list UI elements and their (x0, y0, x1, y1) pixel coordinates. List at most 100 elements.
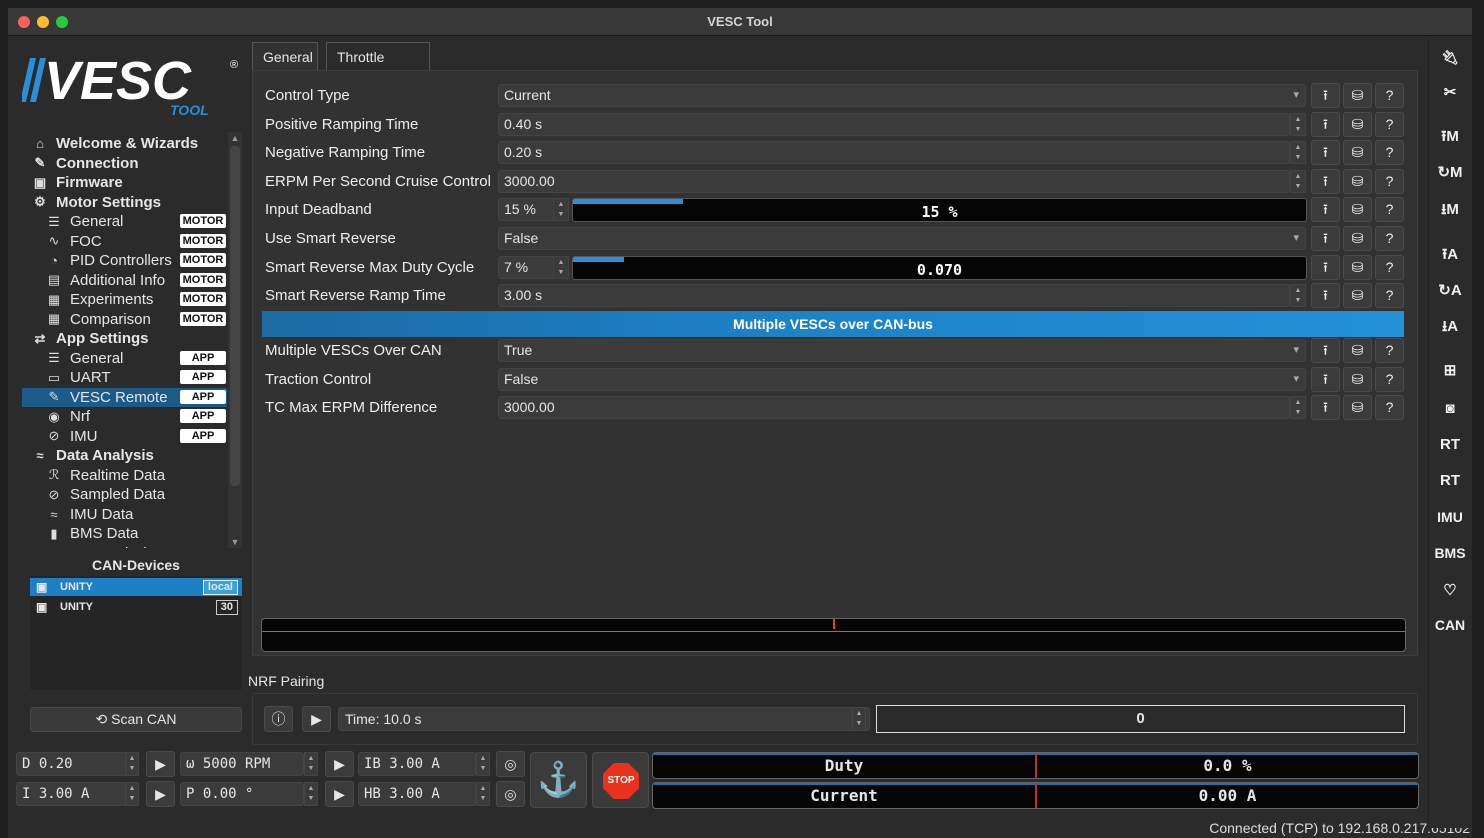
upload-param-button[interactable]: ⭱ (1311, 283, 1340, 309)
help-param-button[interactable]: ? (1375, 366, 1404, 392)
upload-param-button[interactable]: ⭱ (1311, 395, 1340, 421)
can-device-row[interactable]: ▣ UNITY local (30, 578, 242, 596)
param-combo[interactable]: False (498, 367, 1306, 391)
param-spinner[interactable]: ▲ ▼ (1290, 284, 1306, 308)
default-param-button[interactable]: ⛁ (1343, 83, 1372, 108)
default-param-button[interactable]: ⛁ (1343, 338, 1372, 363)
nav-item-nrf[interactable]: ◉ Nrf (46, 407, 90, 426)
nav-item-connection[interactable]: ✎ Connection (32, 154, 139, 173)
position-run-button[interactable]: ▶ (325, 781, 354, 807)
can-fwd-button[interactable]: CAN (1433, 610, 1467, 640)
scan-can-button[interactable]: ⟲ Scan CAN (30, 707, 242, 732)
tab-general[interactable]: General (252, 42, 318, 70)
param-spinner[interactable]: ▲ ▼ (1290, 141, 1306, 165)
default-param-button[interactable]: ⛁ (1343, 197, 1372, 223)
rpm-input[interactable]: ω 5000 RPM (180, 752, 304, 776)
upload-param-button[interactable]: ⭱ (1311, 366, 1340, 392)
param-spinbox[interactable]: 3.00 s (498, 284, 1290, 308)
upload-param-button[interactable]: ⭱ (1311, 226, 1340, 251)
nrf-help-button[interactable]: ⓘ (264, 706, 293, 732)
connect-button[interactable]: 🔌︎ (1433, 42, 1467, 72)
nav-item-realtime-data[interactable]: ℛ Realtime Data (46, 466, 165, 485)
duty-run-button[interactable]: ▶ (146, 751, 175, 777)
help-param-button[interactable]: ? (1375, 338, 1404, 363)
help-param-button[interactable]: ? (1375, 168, 1404, 194)
disconnect-button[interactable]: ✂ (1433, 78, 1467, 108)
current-spinner[interactable]: ▲ ▼ (125, 782, 139, 806)
nrf-time-spinner[interactable]: ▲ ▼ (852, 707, 866, 731)
param-combo[interactable]: True (498, 339, 1306, 362)
can-device-row[interactable]: ▣ UNITY 30 (30, 598, 242, 616)
default-param-button[interactable]: ⛁ (1343, 283, 1372, 309)
nav-item-sampled-data[interactable]: ⊘ Sampled Data (46, 485, 166, 504)
handbrake-input[interactable]: HB 3.00 A (358, 782, 476, 806)
param-combo[interactable]: False (498, 227, 1306, 250)
handbrake-run-button[interactable]: ◎ (496, 781, 525, 807)
realtime-stream-button[interactable]: RT (1433, 430, 1467, 460)
param-spinner[interactable]: ▲ ▼ (553, 255, 569, 279)
position-input[interactable]: P 0.00 ° (180, 782, 304, 806)
help-param-button[interactable]: ? (1375, 83, 1404, 108)
can-network-button[interactable]: ⊞ (1433, 356, 1467, 386)
nav-item-general[interactable]: ☰ General (46, 349, 123, 368)
default-param-button[interactable]: ⛁ (1343, 366, 1372, 392)
nav-item-bms-data[interactable]: ▮ BMS Data (46, 524, 138, 543)
write-motor-button[interactable]: ⭱M (1433, 122, 1467, 152)
param-spinbox[interactable]: 0.20 s (498, 141, 1290, 165)
help-param-button[interactable]: ? (1375, 283, 1404, 309)
nav-item-firmware[interactable]: ▣ Firmware (32, 173, 123, 192)
nav-item-uart[interactable]: ▭ UART (46, 368, 111, 387)
upload-param-button[interactable]: ⭱ (1311, 140, 1340, 166)
read-motor-default-button[interactable]: ⭳M (1433, 195, 1467, 225)
default-param-button[interactable]: ⛁ (1343, 226, 1372, 251)
rpm-run-button[interactable]: ▶ (325, 751, 354, 777)
heart-button[interactable]: ♡ (1433, 576, 1467, 606)
write-app-button[interactable]: ⭱A (1433, 240, 1467, 270)
scroll-thumb[interactable] (230, 146, 240, 486)
nav-item-foc[interactable]: ∿ FOC (46, 232, 102, 251)
nav-item-data-analysis[interactable]: ≈ Data Analysis (32, 446, 153, 465)
duty-spinner[interactable]: ▲ ▼ (125, 752, 139, 776)
help-param-button[interactable]: ? (1375, 140, 1404, 166)
nav-item-experiments[interactable]: ▦ Experiments (46, 290, 154, 309)
nav-item-imu[interactable]: ⊘ IMU (46, 427, 98, 446)
scroll-up-arrow[interactable]: ▲ (228, 132, 242, 144)
upload-param-button[interactable]: ⭱ (1311, 168, 1340, 194)
default-param-button[interactable]: ⛁ (1343, 168, 1372, 194)
nav-item-additional-info[interactable]: ▤ Additional Info (46, 271, 165, 290)
default-param-button[interactable]: ⛁ (1343, 395, 1372, 421)
nav-item-general[interactable]: ☰ General (46, 212, 123, 231)
nrf-start-button[interactable]: ▶ (302, 706, 331, 732)
anchor-button[interactable]: ⚓ (530, 752, 587, 808)
default-param-button[interactable]: ⛁ (1343, 140, 1372, 166)
stop-button[interactable]: STOP (592, 752, 649, 808)
tab-throttle-curve[interactable]: Throttle Curve (326, 42, 430, 93)
upload-param-button[interactable]: ⭱ (1311, 111, 1340, 137)
nav-item-app-settings[interactable]: ⇄ App Settings (32, 329, 149, 348)
param-spinner[interactable]: ▲ ▼ (553, 198, 569, 222)
brake-current-input[interactable]: IB 3.00 A (358, 752, 476, 776)
tree-scrollbar[interactable]: ▲ ▼ (228, 132, 242, 548)
bms-stream-button[interactable]: BMS (1433, 538, 1467, 568)
realtime-app-button[interactable]: RT (1433, 466, 1467, 496)
current-run-button[interactable]: ▶ (146, 781, 175, 807)
param-spinbox[interactable]: 3000.00 (498, 169, 1290, 193)
param-spinner[interactable]: ▲ ▼ (1290, 112, 1306, 136)
read-motor-button[interactable]: ↻M (1433, 158, 1467, 188)
param-spinbox[interactable]: 0.40 s (498, 112, 1290, 136)
current-input[interactable]: I 3.00 A (16, 782, 126, 806)
brake-run-button[interactable]: ◎ (496, 751, 525, 777)
help-param-button[interactable]: ? (1375, 197, 1404, 223)
param-spinner[interactable]: ▲ ▼ (1290, 169, 1306, 193)
upload-param-button[interactable]: ⭱ (1311, 83, 1340, 108)
help-param-button[interactable]: ? (1375, 254, 1404, 280)
param-spinner[interactable]: ▲ ▼ (1290, 396, 1306, 420)
default-param-button[interactable]: ⛁ (1343, 254, 1372, 280)
nrf-time-field[interactable]: Time: 10.0 s (338, 707, 870, 731)
gamepad-button[interactable]: ◙ (1433, 394, 1467, 424)
upload-param-button[interactable]: ⭱ (1311, 197, 1340, 223)
nav-item-motor-settings[interactable]: ⚙ Motor Settings (32, 193, 161, 212)
help-param-button[interactable]: ? (1375, 395, 1404, 421)
rpm-spinner[interactable]: ▲ ▼ (304, 752, 318, 776)
read-app-button[interactable]: ↻A (1433, 276, 1467, 306)
